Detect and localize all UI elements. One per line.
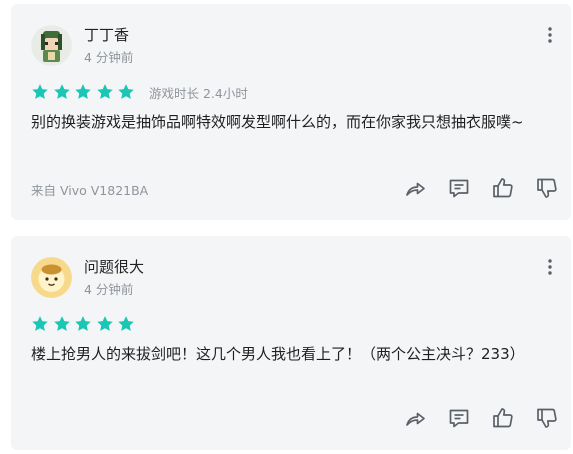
star-icon: [118, 316, 135, 331]
like-icon[interactable]: [491, 176, 515, 200]
share-icon[interactable]: [403, 176, 427, 200]
share-icon[interactable]: [403, 406, 427, 430]
username[interactable]: 丁丁香: [84, 25, 129, 45]
star-icon: [53, 316, 70, 331]
star-rating: 游戏时长 2.4小时: [31, 82, 248, 102]
device-label: 来自 Vivo V1821BA: [31, 183, 149, 198]
star-icon: [32, 84, 48, 99]
dislike-icon[interactable]: [535, 176, 559, 200]
username[interactable]: 问题很大: [84, 257, 144, 277]
comment-icon[interactable]: [447, 176, 471, 200]
comment-icon[interactable]: [447, 406, 471, 430]
comment-actions: [383, 176, 559, 200]
star-icon: [32, 316, 48, 331]
comment-card: 问题很大 4 分钟前 楼上抢男人的来拔剑吧！这几个男人我也看上了！（两个公主决斗…: [11, 236, 571, 450]
comment-text: 楼上抢男人的来拔剑吧！这几个男人我也看上了！（两个公主决斗？233）: [31, 345, 525, 363]
star-icon: [75, 84, 91, 99]
more-vertical-icon[interactable]: [543, 258, 557, 276]
dislike-icon[interactable]: [535, 406, 559, 430]
avatar[interactable]: [31, 25, 72, 66]
like-icon[interactable]: [491, 406, 515, 430]
comment-card: 丁丁香 4 分钟前 游戏时长 2.4小时 别的换装游戏是抽饰品啊特效啊发型啊什么…: [11, 4, 571, 220]
avatar[interactable]: [31, 257, 72, 298]
star-icon: [118, 84, 135, 99]
star-icon: [75, 316, 91, 331]
star-rating: [31, 314, 139, 334]
star-icon: [97, 316, 113, 331]
comment-text: 别的换装游戏是抽饰品啊特效啊发型啊什么的，而在你家我只想抽衣服噗~: [31, 113, 524, 131]
timestamp: 4 分钟前: [84, 50, 134, 65]
star-icon: [53, 84, 70, 99]
playtime: 游戏时长 2.4小时: [148, 85, 248, 101]
more-vertical-icon[interactable]: [543, 26, 557, 44]
timestamp: 4 分钟前: [84, 282, 134, 297]
star-icon: [97, 84, 113, 99]
comment-actions: [383, 406, 559, 430]
